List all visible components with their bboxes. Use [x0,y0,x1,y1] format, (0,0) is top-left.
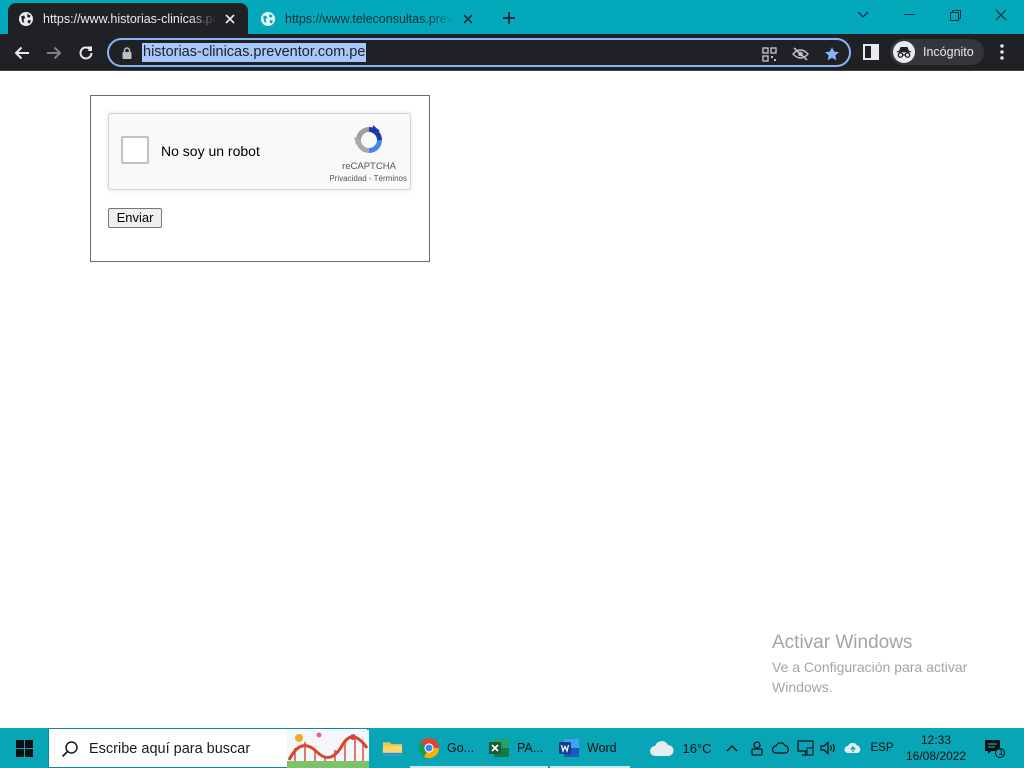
meet-now-icon[interactable] [746,728,768,768]
roller-coaster-icon [287,730,369,768]
taskbar-search[interactable]: Escribe aquí para buscar [48,728,369,768]
notifications-button[interactable]: 1 [978,728,1010,768]
cloud-icon [650,741,674,756]
qr-code-icon[interactable] [760,45,778,63]
forward-button[interactable] [40,39,68,67]
notification-count: 1 [998,747,1004,757]
language-indicator[interactable]: ESP [868,728,896,768]
recaptcha-widget: No soy un robot reCAPTCHA Privacidad - T… [108,113,411,190]
taskbar: Escribe aquí para buscar Go... PA... Wor [0,728,1024,768]
onedrive-icon[interactable] [770,728,792,768]
network-icon[interactable] [794,728,816,768]
chrome-icon [418,738,440,759]
recaptcha-label: No soy un robot [161,143,260,159]
watermark-title: Activar Windows [772,632,913,653]
folder-icon [382,742,403,756]
bookmark-star-icon[interactable] [823,45,841,63]
search-placeholder: Escribe aquí para buscar [89,741,251,757]
weather-widget[interactable]: 16°C [640,728,720,768]
activation-watermark: Activar Windows Ve a Configuración para … [772,632,992,697]
tab-title: https://www.teleconsultas.preventor.com.… [285,11,454,26]
back-button[interactable] [8,39,36,67]
lock-icon[interactable] [120,46,134,60]
restore-icon [949,9,961,21]
globe-icon [261,11,275,26]
tab-historias-clinicas[interactable]: https://www.historias-clinicas.preventor… [8,3,248,34]
address-text[interactable]: historias-clinicas.preventor.com.pe [142,43,367,62]
eye-off-icon[interactable] [791,45,809,63]
clock-time: 12:33 [920,733,952,747]
windows-logo-icon [15,739,33,757]
globe-icon [19,11,33,26]
privacy-link[interactable]: Privacidad [329,174,366,183]
tab-strip: https://www.historias-clinicas.preventor… [0,0,1024,34]
incognito-badge[interactable]: Incógnito [890,39,984,65]
reload-icon [79,46,93,60]
restore-button[interactable] [932,0,978,30]
terms-link[interactable]: Términos [374,174,407,183]
taskbar-app-excel[interactable]: PA... [480,728,548,768]
close-icon [995,9,1007,21]
screen: https://www.historias-clinicas.preventor… [0,0,1024,768]
recaptcha-links: Privacidad - Términos [315,174,407,183]
side-panel-icon[interactable] [862,43,880,61]
chevron-down-icon [857,11,869,18]
incognito-icon [893,41,915,63]
plus-icon [503,12,515,24]
show-hidden-icons-button[interactable] [722,728,742,768]
volume-icon[interactable] [818,728,840,768]
arrow-left-icon [14,46,29,60]
language-label: ESP [870,742,894,754]
tab-teleconsultas[interactable]: https://www.teleconsultas.preventor.com.… [250,3,486,34]
cloud-sync-icon[interactable] [842,728,864,768]
close-window-button[interactable] [978,0,1024,30]
arrow-right-icon [47,46,62,60]
links-separator: - [366,174,374,183]
close-icon[interactable] [222,11,238,27]
chevron-up-icon [726,745,738,752]
browser-toolbar: historias-clinicas.preventor.com.pe Incó… [0,34,1024,71]
word-icon [559,739,579,757]
recaptcha-checkbox[interactable] [121,136,149,164]
start-button[interactable] [0,728,48,768]
tab-title: https://www.historias-clinicas.preventor… [43,11,216,26]
incognito-label: Incógnito [923,45,974,59]
app-label: Word [587,741,617,755]
submit-button[interactable]: Enviar [108,208,162,228]
tab-search-button[interactable] [840,0,886,30]
browser-menu-button[interactable] [994,42,1010,62]
close-icon[interactable] [460,11,476,27]
app-label: Go... [447,741,475,755]
more-vertical-icon [1000,44,1004,60]
weather-temp: 16°C [682,740,712,756]
minimize-button[interactable] [886,0,932,30]
search-icon [61,741,78,758]
taskbar-app-chrome[interactable]: Go... [410,728,480,768]
clock[interactable]: 12:33 16/08/2022 [898,732,974,764]
minimize-icon [903,14,915,15]
reload-button[interactable] [72,39,100,67]
captcha-form: No soy un robot reCAPTCHA Privacidad - T… [90,95,430,262]
page-content: No soy un robot reCAPTCHA Privacidad - T… [0,71,1024,728]
new-tab-button[interactable] [498,8,520,28]
clock-date: 16/08/2022 [905,749,967,763]
app-label: PA... [517,741,544,755]
recaptcha-logo-icon [354,125,382,153]
address-bar[interactable]: historias-clinicas.preventor.com.pe [107,38,851,67]
excel-icon [489,739,509,757]
file-explorer-button[interactable] [374,728,410,768]
taskbar-app-word[interactable]: Word [550,728,630,768]
watermark-subtitle: Ve a Configuración para activar Windows. [772,659,968,695]
recaptcha-brand: reCAPTCHA [342,161,396,172]
